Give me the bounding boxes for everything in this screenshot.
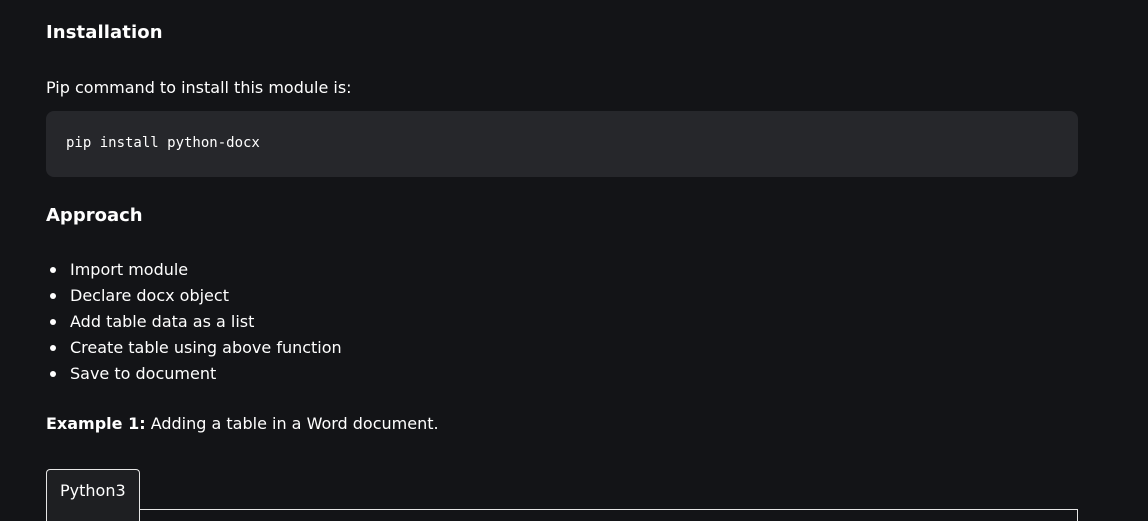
bullet-icon <box>50 345 56 351</box>
example-label: Example 1: <box>46 414 146 433</box>
list-item: Add table data as a list <box>46 310 342 336</box>
bullet-icon <box>50 371 56 377</box>
bullet-icon <box>50 267 56 273</box>
article-page: Installation Pip command to install this… <box>0 0 1148 521</box>
installation-heading: Installation <box>46 22 163 43</box>
list-item-text: Add table data as a list <box>70 312 255 331</box>
list-item-text: Save to document <box>70 364 217 383</box>
bullet-icon <box>50 319 56 325</box>
bullet-icon <box>50 293 56 299</box>
code-tabs-panel-border <box>46 509 1078 521</box>
list-item: Import module <box>46 258 342 284</box>
approach-heading: Approach <box>46 205 143 226</box>
list-item-text: Import module <box>70 260 189 279</box>
code-text: pip install python-docx <box>66 135 260 151</box>
installation-intro-text: Pip command to install this module is: <box>46 78 352 97</box>
code-block: pip install python-docx <box>46 111 1078 177</box>
list-item-text: Create table using above function <box>70 338 342 357</box>
tab-python3-label: Python3 <box>60 481 126 500</box>
list-item-text: Declare docx object <box>70 286 229 305</box>
list-item: Create table using above function <box>46 336 342 362</box>
example-caption: Example 1: Adding a table in a Word docu… <box>46 414 439 433</box>
tab-python3[interactable]: Python3 <box>46 469 140 521</box>
approach-steps-list: Import module Declare docx object Add ta… <box>46 258 342 388</box>
list-item: Save to document <box>46 362 342 388</box>
list-item: Declare docx object <box>46 284 342 310</box>
example-text: Adding a table in a Word document. <box>145 414 439 433</box>
